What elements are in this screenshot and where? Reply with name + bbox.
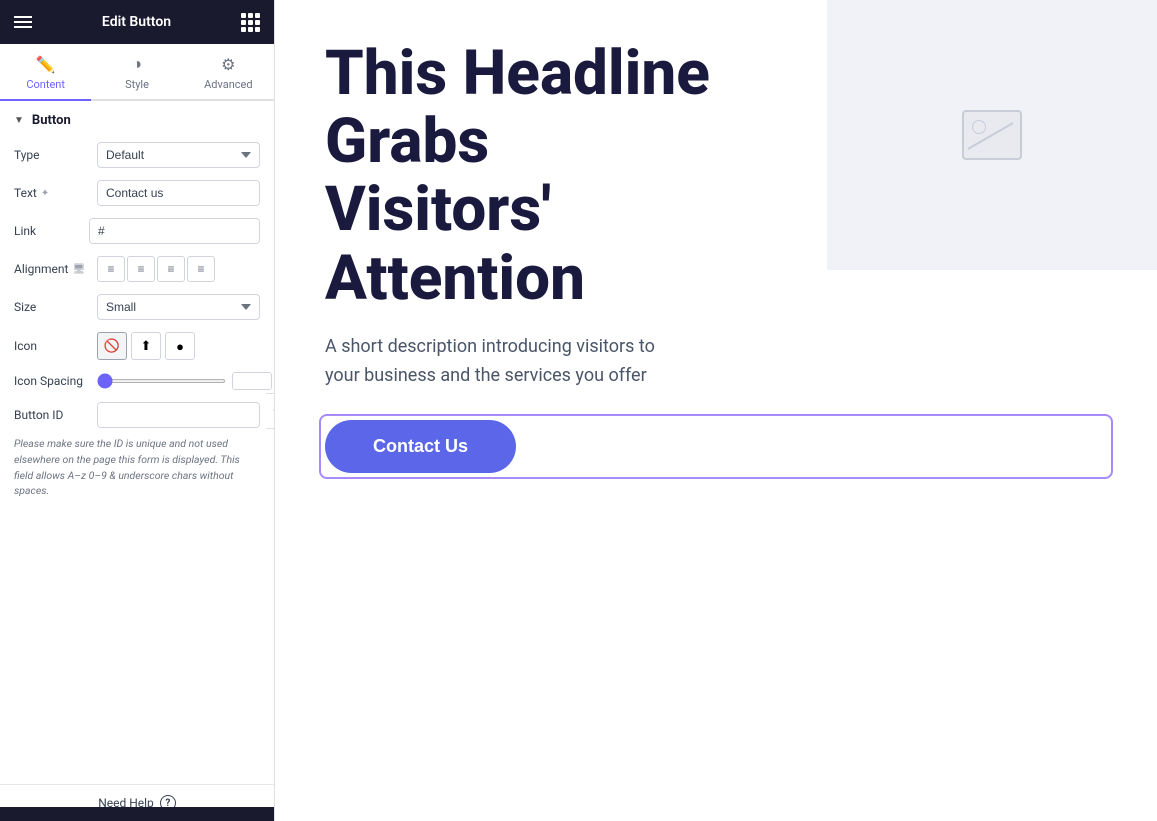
panel-title: Edit Button	[102, 14, 171, 30]
slider-container	[97, 372, 272, 390]
icon-spacing-label: Icon Spacing	[14, 374, 89, 388]
tab-style[interactable]: ◑ Style	[91, 44, 182, 101]
button-preview-wrapper: Contact Us	[325, 420, 1107, 473]
collapse-handle[interactable]: ‹	[266, 393, 275, 429]
panel-content: ▼ Button Type Default Info Success Warni…	[0, 101, 274, 784]
size-row: Size Small Medium Large	[14, 294, 260, 320]
top-bar: Edit Button	[0, 0, 274, 44]
icon-circle-button[interactable]: ●	[165, 332, 195, 360]
hero-description: A short description introducing visitors…	[325, 333, 665, 391]
section-title: Button	[32, 113, 71, 128]
icon-spacing-row: Icon Spacing	[14, 372, 260, 390]
section-header: ▼ Button	[14, 113, 260, 128]
alignment-row: Alignment 🖥 ≡ ≡ ≡ ≡	[14, 256, 260, 282]
tab-advanced[interactable]: ⚙ Advanced	[183, 44, 274, 101]
slider-value-input[interactable]	[233, 373, 271, 389]
button-id-label: Button ID	[14, 408, 89, 422]
button-id-input[interactable]	[98, 403, 260, 427]
link-row: Link ⚙ ☰	[14, 218, 260, 244]
hamburger-icon[interactable]	[14, 16, 32, 28]
text-input-group: ☰	[97, 180, 260, 206]
text-label: Text ✦	[14, 186, 89, 200]
size-label: Size	[14, 300, 89, 314]
content-tab-icon: ✏️	[36, 55, 56, 74]
button-id-input-group: ☰	[97, 402, 260, 428]
tab-content[interactable]: ✏️ Content	[0, 44, 91, 101]
hero-headline: This Headline Grabs Visitors' Attention	[325, 40, 725, 313]
text-input[interactable]	[98, 181, 260, 205]
alignment-buttons: ≡ ≡ ≡ ≡	[97, 256, 215, 282]
left-panel: Edit Button ✏️ Content ◑ Style ⚙ Advance…	[0, 0, 275, 821]
type-select[interactable]: Default Info Success Warning Danger	[97, 142, 260, 168]
icon-row: Icon 🚫 ⬆ ●	[14, 332, 260, 360]
section-collapse-arrow[interactable]: ▼	[14, 115, 24, 126]
link-input[interactable]	[90, 219, 260, 243]
icon-spacing-slider[interactable]	[97, 379, 226, 383]
slider-value-box	[232, 372, 272, 390]
style-tab-icon: ◑	[132, 54, 142, 74]
tab-advanced-label: Advanced	[204, 78, 252, 91]
link-label: Link	[14, 224, 89, 238]
text-row: Text ✦ ☰	[14, 180, 260, 206]
align-right-button[interactable]: ≡	[157, 256, 185, 282]
alignment-device-icon[interactable]: 🖥	[72, 264, 85, 275]
contact-us-button[interactable]: Contact Us	[325, 420, 516, 473]
tab-content-label: Content	[26, 78, 65, 91]
link-input-group: ⚙ ☰	[89, 218, 260, 244]
icon-options-group: 🚫 ⬆ ●	[97, 332, 195, 360]
type-label: Type	[14, 148, 89, 162]
align-center-button[interactable]: ≡	[127, 256, 155, 282]
align-left-button[interactable]: ≡	[97, 256, 125, 282]
align-justify-button[interactable]: ≡	[187, 256, 215, 282]
dynamic-tag-icon[interactable]: ✦	[41, 188, 49, 199]
icon-upload-button[interactable]: ⬆	[131, 332, 161, 360]
icon-none-button[interactable]: 🚫	[97, 332, 127, 360]
type-row: Type Default Info Success Warning Danger	[14, 142, 260, 168]
button-id-row: Button ID ☰	[14, 402, 260, 428]
image-placeholder	[827, 0, 1157, 270]
tabs-bar: ✏️ Content ◑ Style ⚙ Advanced	[0, 44, 274, 101]
right-panel: This Headline Grabs Visitors' Attention …	[275, 0, 1157, 821]
tab-style-label: Style	[125, 78, 149, 91]
advanced-tab-icon: ⚙	[221, 55, 235, 74]
help-note: Please make sure the ID is unique and no…	[14, 436, 260, 499]
grid-icon[interactable]	[241, 13, 260, 32]
size-select[interactable]: Small Medium Large	[97, 294, 260, 320]
bottom-bar	[0, 807, 275, 821]
placeholder-image-icon	[962, 110, 1022, 160]
alignment-label: Alignment 🖥	[14, 262, 89, 276]
icon-label: Icon	[14, 339, 89, 353]
